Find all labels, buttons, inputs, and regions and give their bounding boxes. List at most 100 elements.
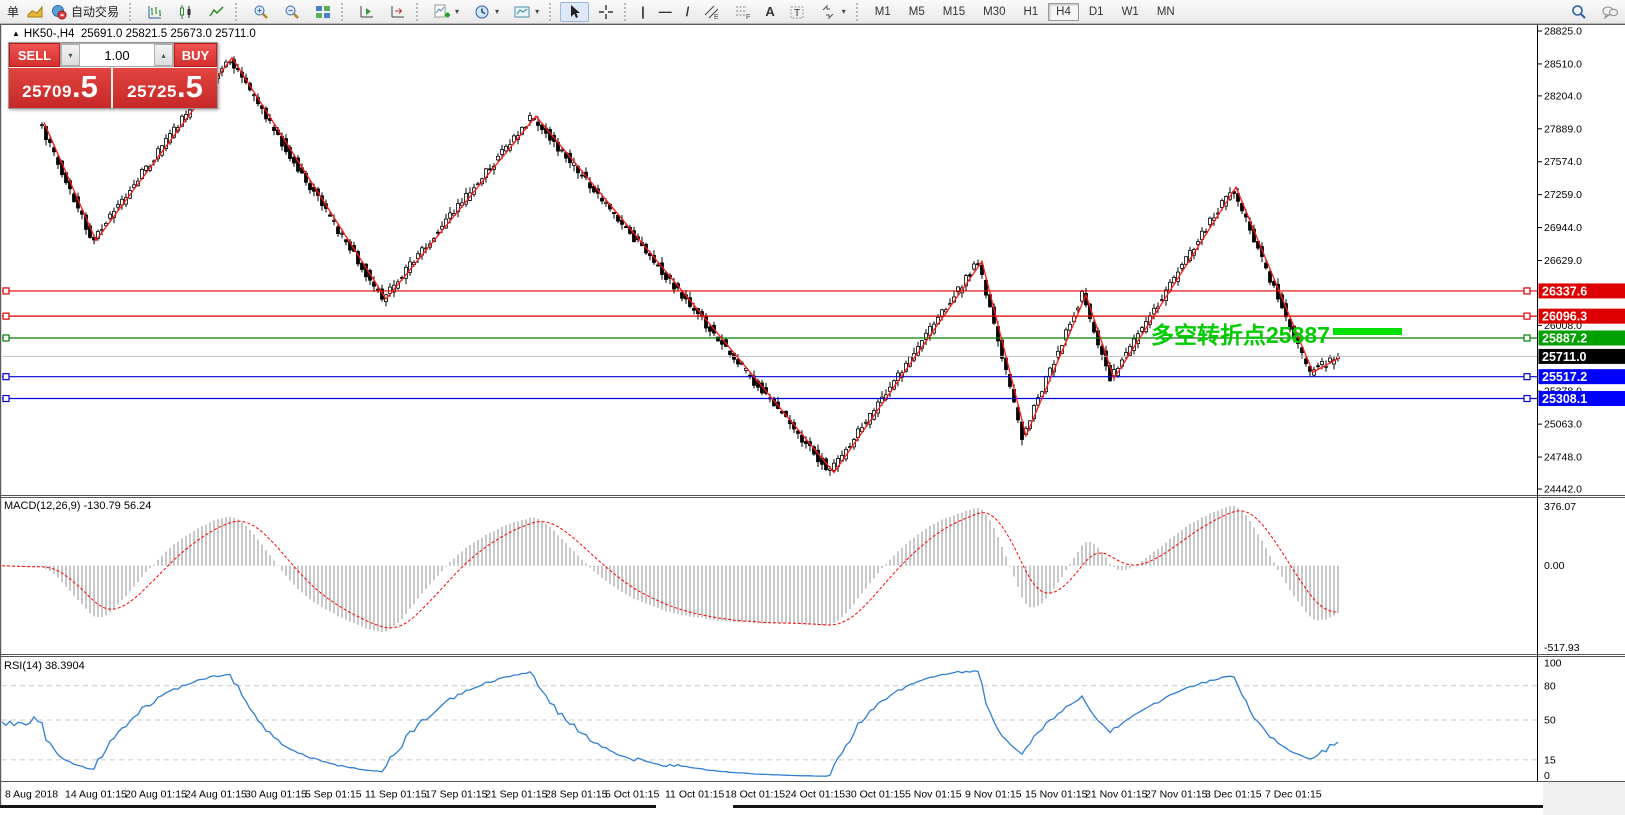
bar-chart-button[interactable] <box>140 2 169 22</box>
buy-price-dec: .5 <box>177 72 203 102</box>
horizontal-line-icon: — <box>659 4 672 19</box>
dropdown-caret-icon[interactable]: ▾ <box>842 7 846 16</box>
volume-stepper: ▾ ▴ <box>60 43 174 67</box>
macd-indicator-label: MACD(12,26,9) -130.79 56.24 <box>4 500 151 512</box>
text-button[interactable]: A <box>759 2 780 22</box>
rsi-indicator-label: RSI(14) 38.3904 <box>4 660 85 672</box>
svg-text:30 Aug 01:15: 30 Aug 01:15 <box>245 789 307 801</box>
svg-text:7 Dec 01:15: 7 Dec 01:15 <box>1265 789 1322 801</box>
svg-text:27574.0: 27574.0 <box>1544 156 1582 168</box>
rsi-value: 38.3904 <box>45 660 85 672</box>
chart-shift-button[interactable] <box>383 2 412 22</box>
search-icon <box>1570 3 1587 20</box>
svg-text:T: T <box>794 8 800 19</box>
autotrade-label: 自动交易 <box>71 3 119 20</box>
dropdown-caret-icon[interactable]: ▾ <box>495 7 499 16</box>
svg-text:27 Nov 01:15: 27 Nov 01:15 <box>1145 789 1208 801</box>
cursor-button[interactable] <box>560 2 589 22</box>
gold-bars-icon <box>26 3 43 20</box>
collapse-panel-icon[interactable]: ▲ <box>12 29 20 38</box>
new-order-button[interactable]: 单 <box>1 2 25 22</box>
tile-windows-icon <box>314 3 331 20</box>
periods-button[interactable]: ▾ <box>467 2 505 22</box>
toolbar-separator <box>235 3 242 21</box>
fibonacci-button[interactable]: F <box>728 2 757 22</box>
timeframe-mn[interactable]: MN <box>1149 3 1183 21</box>
svg-text:15: 15 <box>1544 754 1556 766</box>
toolbar-separator <box>341 3 348 21</box>
buy-button[interactable]: BUY <box>174 43 217 67</box>
svg-text:11 Oct 01:15: 11 Oct 01:15 <box>665 789 725 801</box>
chat-button[interactable] <box>1595 2 1624 22</box>
equidistant-channel-icon: E <box>703 3 720 20</box>
line-chart-button[interactable] <box>202 2 231 22</box>
zoom-in-button[interactable] <box>246 2 275 22</box>
price-chart[interactable]: 多空转折点2588728825.028510.028204.027889.027… <box>0 0 1625 815</box>
svg-text:28 Sep 01:15: 28 Sep 01:15 <box>545 789 608 801</box>
svg-text:25517.2: 25517.2 <box>1542 370 1587 384</box>
rsi-name: RSI(14) <box>4 660 42 672</box>
sell-price-dec: .5 <box>72 72 98 102</box>
timeframe-m30[interactable]: M30 <box>975 3 1013 21</box>
sell-button[interactable]: SELL <box>9 43 60 67</box>
bar-chart-icon <box>146 3 163 20</box>
svg-text:24748.0: 24748.0 <box>1544 452 1582 464</box>
svg-text:28204.0: 28204.0 <box>1544 90 1582 102</box>
indicators-button[interactable]: ▾ <box>427 2 465 22</box>
trendline-button[interactable]: / <box>680 2 696 22</box>
tile-windows-button[interactable] <box>308 2 337 22</box>
volume-input[interactable] <box>80 44 154 66</box>
timeframe-h1[interactable]: H1 <box>1015 3 1046 21</box>
svg-text:26096.3: 26096.3 <box>1542 310 1587 324</box>
templates-button[interactable]: ▾ <box>507 2 545 22</box>
zoom-in-icon <box>252 3 269 20</box>
sell-price-tile[interactable]: 25709 .5 <box>9 68 113 108</box>
vertical-line-button[interactable]: | <box>635 2 651 22</box>
timeframe-m1[interactable]: M1 <box>867 3 899 21</box>
svg-text:27889.0: 27889.0 <box>1544 123 1582 135</box>
svg-text:14 Aug 01:15: 14 Aug 01:15 <box>65 789 127 801</box>
dropdown-caret-icon[interactable]: ▾ <box>535 7 539 16</box>
svg-text:-517.93: -517.93 <box>1544 642 1580 654</box>
horizontal-line-button[interactable]: — <box>653 2 678 22</box>
zoom-out-icon <box>283 3 300 20</box>
crosshair-icon <box>597 3 614 20</box>
svg-text:0.00: 0.00 <box>1544 560 1565 572</box>
svg-text:多空转折点25887: 多空转折点25887 <box>1151 322 1330 348</box>
buy-price-tile[interactable]: 25725 .5 <box>113 68 217 108</box>
toolbar-separator <box>129 3 136 21</box>
chart-ohlc: 25691.0 25821.5 25673.0 25711.0 <box>81 28 256 40</box>
candlestick-chart-button[interactable] <box>171 2 200 22</box>
autotrade-button[interactable]: 自动交易 <box>44 2 125 22</box>
svg-text:5 Nov 01:15: 5 Nov 01:15 <box>905 789 962 801</box>
arrows-button[interactable]: ▾ <box>814 2 852 22</box>
clock-icon <box>473 3 490 20</box>
timeframe-m5[interactable]: M5 <box>901 3 933 21</box>
svg-text:27259.0: 27259.0 <box>1544 189 1582 201</box>
auto-scroll-button[interactable] <box>352 2 381 22</box>
autotrade-icon <box>50 3 67 20</box>
timeframe-w1[interactable]: W1 <box>1114 3 1147 21</box>
svg-text:28510.0: 28510.0 <box>1544 58 1582 70</box>
zoom-out-button[interactable] <box>277 2 306 22</box>
svg-text:21 Nov 01:15: 21 Nov 01:15 <box>1085 789 1148 801</box>
search-button[interactable] <box>1564 2 1593 22</box>
toolbar-separator <box>856 3 863 21</box>
label-button[interactable]: T <box>783 2 812 22</box>
crosshair-button[interactable] <box>591 2 620 22</box>
label-tool-icon: T <box>789 3 806 20</box>
macd-values: -130.79 56.24 <box>83 500 151 512</box>
text-tool-icon: A <box>765 4 774 19</box>
volume-increase-button[interactable]: ▴ <box>154 44 173 66</box>
toolbar: 单 自动交易 ▾ ▾ ▾ | <box>0 0 1625 24</box>
volume-decrease-button[interactable]: ▾ <box>61 44 80 66</box>
buy-price-int: 25725 <box>127 82 177 102</box>
svg-text:24442.0: 24442.0 <box>1544 484 1582 496</box>
channel-button[interactable]: E <box>697 2 726 22</box>
toolbar-separator <box>549 3 556 21</box>
timeframe-m15[interactable]: M15 <box>935 3 973 21</box>
dropdown-caret-icon[interactable]: ▾ <box>455 7 459 16</box>
svg-text:24 Aug 01:15: 24 Aug 01:15 <box>185 789 247 801</box>
timeframe-d1[interactable]: D1 <box>1081 3 1112 21</box>
timeframe-h4[interactable]: H4 <box>1048 3 1079 21</box>
